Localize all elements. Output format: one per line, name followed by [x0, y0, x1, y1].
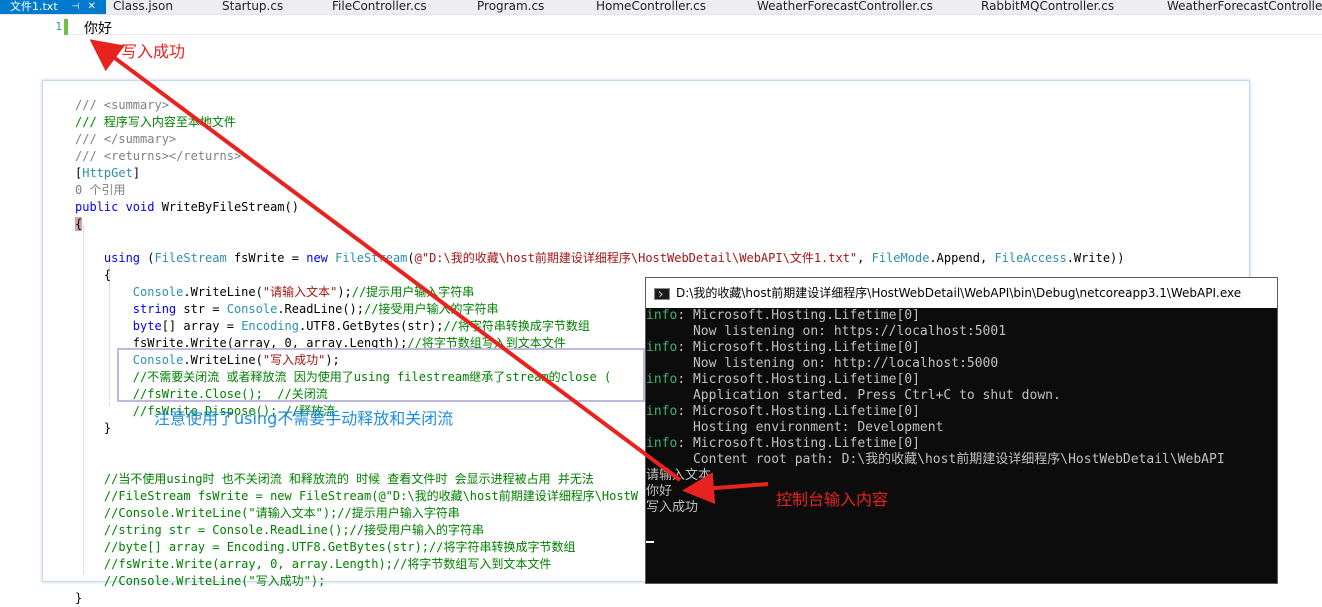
- code-token: //FileStream fsWrite = new FileStream(@"…: [103, 489, 639, 503]
- code-token: using: [103, 251, 141, 265]
- console-cursor: [646, 541, 654, 543]
- tab-homecontroller[interactable]: HomeController.cs: [596, 0, 706, 14]
- code-token: string: [132, 302, 177, 316]
- annotation-using-note: 注意使用了using不需要手动释放和关闭流: [154, 409, 454, 428]
- editor-text[interactable]: 你好: [84, 18, 112, 38]
- code-token: {: [103, 268, 112, 282]
- console-line: Now listening on: http://localhost:5000: [646, 356, 999, 371]
- code-token: (: [407, 251, 415, 265]
- code-token: FileStream: [335, 251, 408, 265]
- code-token: [] array =: [161, 319, 242, 333]
- tab-filecontroller[interactable]: FileController.cs: [332, 0, 427, 14]
- console-output[interactable]: info: Microsoft.Hosting.Lifetime[0] Now …: [646, 308, 1277, 583]
- tab-weatherforecast[interactable]: WeatherForecastController.cs: [757, 0, 933, 14]
- line-number: 1: [55, 20, 62, 33]
- tab-label: 文件1.txt: [10, 0, 58, 13]
- tab-program[interactable]: Program.cs: [477, 0, 544, 14]
- console-line: Content root path: D:\我的收藏\host前期建设详细程序\…: [646, 452, 1225, 467]
- code-token: .UTF8.GetBytes(str);: [298, 319, 444, 333]
- code-line: /// <returns></returns>: [75, 149, 242, 163]
- console-output-line: 请输入文本: [646, 468, 712, 483]
- code-line: /// </summary>: [75, 132, 177, 146]
- code-token: //当不使用using时 也不关闭流 和释放流的 时候 查看文件时 会显示进程被…: [103, 472, 594, 486]
- code-token: //将字符串转换成字节数组: [443, 319, 590, 333]
- tab-rabbitmq[interactable]: RabbitMQController.cs: [981, 0, 1114, 14]
- code-token: //接受用户输入的字符串: [364, 302, 499, 316]
- console-input-line: 你好: [646, 484, 673, 499]
- info-prefix: info: [646, 308, 678, 323]
- info-prefix: info: [646, 404, 678, 419]
- console-line: Hosting environment: Development: [646, 420, 944, 435]
- tab-class-json[interactable]: Class.json: [113, 0, 173, 14]
- code-token: //fsWrite.Write(array, 0, array.Length);…: [103, 557, 552, 571]
- code-token: FileMode: [871, 251, 930, 265]
- tab-startup[interactable]: Startup.cs: [222, 0, 283, 14]
- highlight-box: [117, 348, 645, 402]
- console-line: Now listening on: https://localhost:5001: [646, 324, 1007, 339]
- code-token: (: [140, 251, 155, 265]
- info-prefix: info: [646, 340, 678, 355]
- code-token: str =: [176, 302, 227, 316]
- tab-active-file1[interactable]: 文件1.txt ⊣ ✕: [0, 0, 106, 14]
- code-token: //Console.WriteLine("请输入文本");//提示用户输入字符串: [103, 506, 460, 520]
- code-token: Console: [132, 285, 184, 299]
- code-token: Console: [226, 302, 278, 316]
- code-token: public void: [75, 200, 155, 214]
- console-line: Application started. Press Ctrl+C to shu…: [646, 388, 1061, 403]
- code-token: FileStream: [154, 251, 227, 265]
- code-token: .Write)): [1066, 251, 1125, 265]
- current-line-border: [70, 34, 1322, 35]
- code-line: /// <summary>: [75, 98, 169, 112]
- console-line: : Microsoft.Hosting.Lifetime[0]: [677, 308, 920, 323]
- console-titlebar[interactable]: D:\我的收藏\host前期建设详细程序\HostWebDetail\WebAP…: [646, 278, 1277, 308]
- code-line: /// 程序写入内容至本地文件: [75, 115, 236, 129]
- info-prefix: info: [646, 372, 678, 387]
- code-token: //提示用户输入字符串: [351, 285, 475, 299]
- code-token: .ReadLine();: [277, 302, 365, 316]
- pin-icon[interactable]: ⊣: [72, 0, 80, 14]
- tab-weatherforecast-2[interactable]: WeatherForecastController: [1167, 0, 1322, 14]
- annotation-console-input: 控制台输入内容: [776, 490, 889, 509]
- code-token: @"D:\我的收藏\host前期建设详细程序\HostWebDetail\Web…: [414, 251, 858, 265]
- code-token: }: [75, 591, 83, 605]
- code-token: FileAccess: [994, 251, 1067, 265]
- console-line: : Microsoft.Hosting.Lifetime[0]: [677, 404, 920, 419]
- reference-count[interactable]: 0 个引用: [75, 183, 125, 197]
- info-prefix: info: [646, 436, 678, 451]
- console-icon: [654, 287, 670, 300]
- code-token: //string str = Console.ReadLine();//接受用户…: [103, 523, 484, 537]
- console-line: : Microsoft.Hosting.Lifetime[0]: [677, 340, 920, 355]
- console-window[interactable]: D:\我的收藏\host前期建设详细程序\HostWebDetail\WebAP…: [645, 277, 1278, 584]
- console-output-line: 写入成功: [646, 500, 699, 515]
- console-line: : Microsoft.Hosting.Lifetime[0]: [677, 372, 920, 387]
- code-token: new: [306, 251, 328, 265]
- annotation-write-success: 写入成功: [121, 42, 186, 61]
- code-token: );: [337, 285, 352, 299]
- console-line: : Microsoft.Hosting.Lifetime[0]: [677, 436, 920, 451]
- close-icon[interactable]: ✕: [87, 0, 95, 14]
- tab-bar: 文件1.txt ⊣ ✕ Class.json Startup.cs FileCo…: [0, 0, 1322, 15]
- code-token: WriteByFileStream(): [154, 200, 299, 214]
- code-token: byte: [132, 319, 162, 333]
- code-token: .WriteLine(: [183, 285, 263, 299]
- code-token: .Append,: [929, 251, 995, 265]
- code-token: fsWrite =: [226, 251, 307, 265]
- code-token: }: [103, 421, 112, 435]
- code-token: ,: [857, 251, 872, 265]
- change-indicator: [64, 19, 68, 35]
- console-title: D:\我的收藏\host前期建设详细程序\HostWebDetail\WebAP…: [676, 286, 1242, 300]
- code-token: HttpGet: [82, 166, 133, 180]
- code-token: "请输入文本": [262, 285, 338, 299]
- code-token: ]: [132, 166, 141, 180]
- code-token: //Console.WriteLine("写入成功");: [103, 574, 326, 588]
- code-token: Encoding: [241, 319, 299, 333]
- code-token: {: [75, 217, 83, 231]
- code-token: //byte[] array = Encoding.UTF8.GetBytes(…: [103, 540, 576, 554]
